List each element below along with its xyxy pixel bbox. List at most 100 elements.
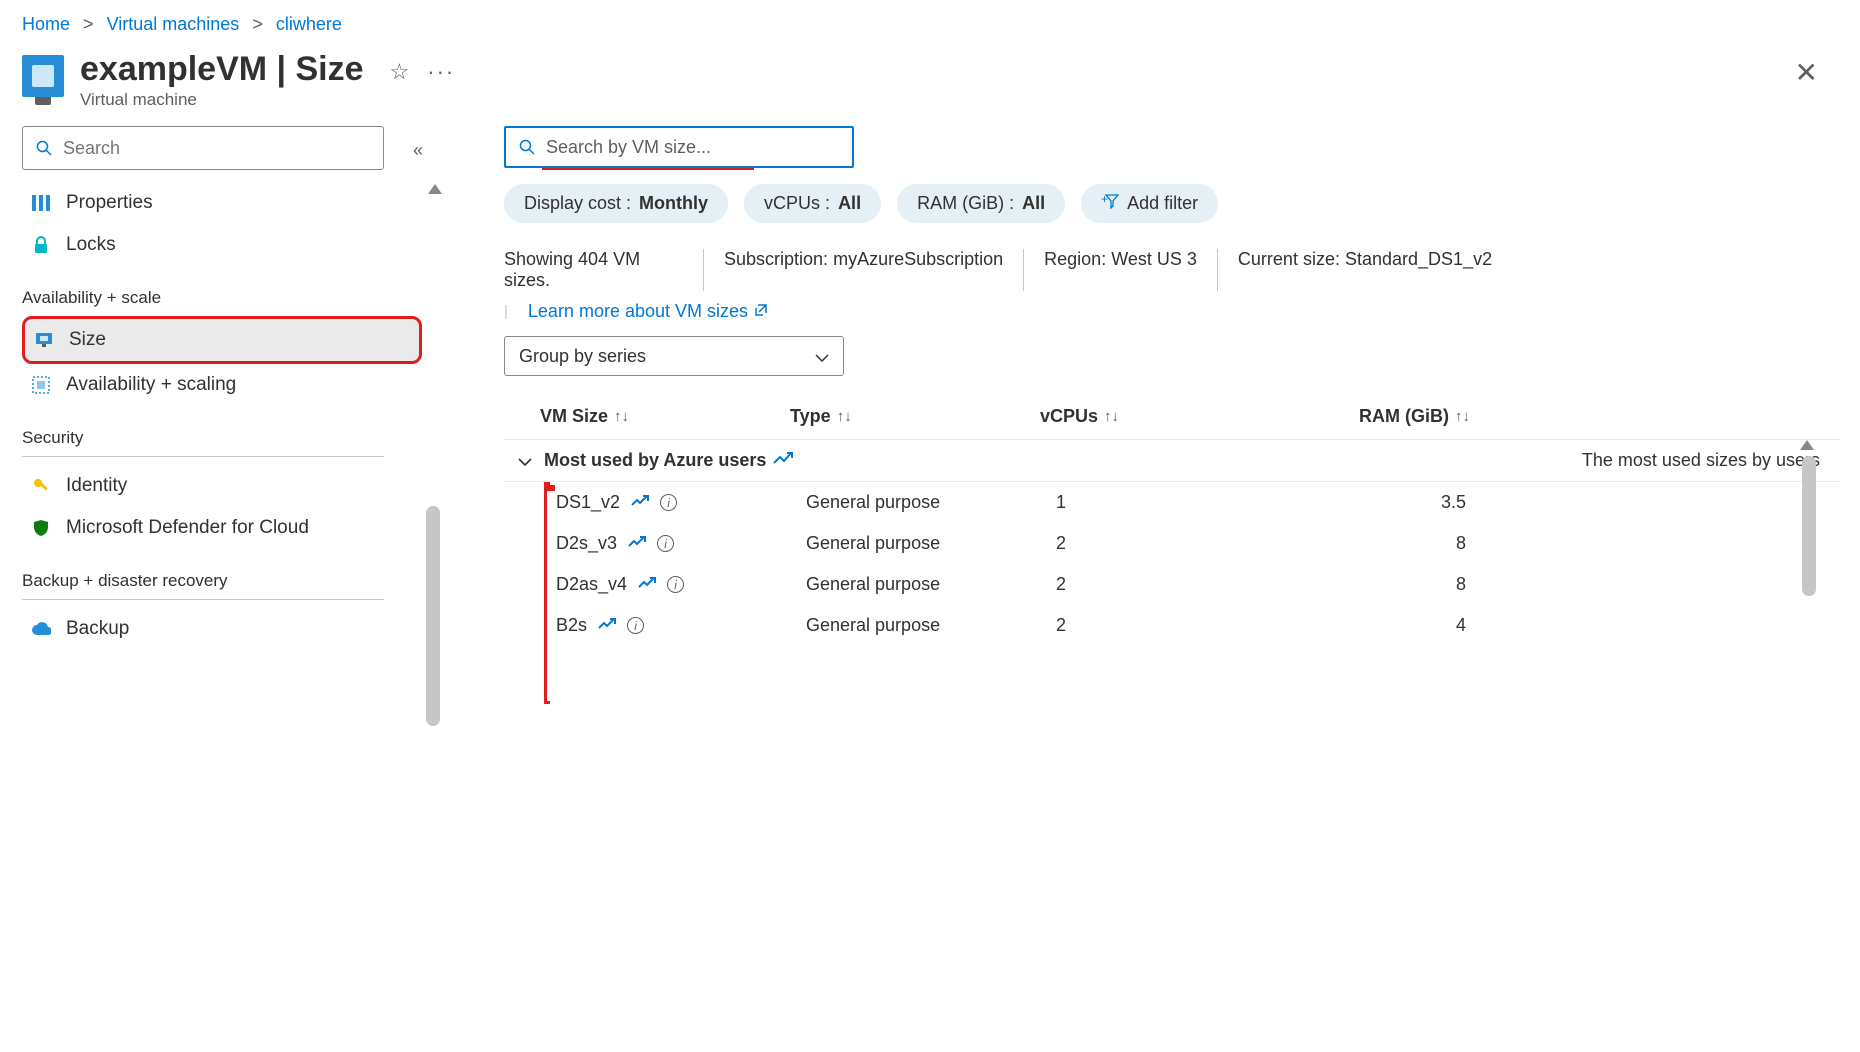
- add-filter-button[interactable]: + Add filter: [1081, 184, 1218, 223]
- sort-icon: ↑↓: [1455, 408, 1470, 425]
- sidebar-item-defender[interactable]: Microsoft Defender for Cloud: [22, 507, 422, 549]
- sidebar-item-label: Backup: [66, 618, 129, 640]
- search-icon: [33, 137, 55, 159]
- more-icon[interactable]: ···: [427, 59, 455, 85]
- info-icon[interactable]: i: [660, 494, 677, 511]
- scroll-arrow-up-icon[interactable]: [428, 184, 442, 194]
- info-region: Region: West US 3: [1024, 249, 1218, 291]
- sidebar: « Properties Locks Availability + scale …: [0, 126, 440, 650]
- chevron-down-icon: [815, 346, 829, 367]
- vm-size-search-input[interactable]: [546, 137, 842, 158]
- column-vm-size[interactable]: VM Size ↑↓: [540, 406, 790, 427]
- sidebar-item-label: Identity: [66, 475, 127, 497]
- annotation-bracket: [544, 482, 550, 704]
- table-row[interactable]: B2s i General purpose 2 4: [504, 605, 1840, 646]
- sidebar-item-locks[interactable]: Locks: [22, 224, 422, 266]
- info-subscription: Subscription: myAzureSubscription: [704, 249, 1024, 291]
- info-icon[interactable]: i: [657, 535, 674, 552]
- virtual-machine-icon: [22, 55, 64, 97]
- sidebar-item-availability-scaling[interactable]: Availability + scaling: [22, 364, 422, 406]
- column-ram[interactable]: RAM (GiB) ↑↓: [1359, 406, 1470, 427]
- chevron-right-icon: >: [252, 14, 263, 34]
- table-row[interactable]: DS1_v2 i General purpose 1 3.5: [504, 482, 1840, 523]
- scaling-icon: [30, 374, 52, 396]
- vm-type: General purpose: [806, 615, 1056, 636]
- sort-icon: ↑↓: [1104, 408, 1119, 425]
- external-link-icon: [754, 301, 768, 322]
- vm-size-name: B2s: [556, 615, 587, 636]
- table-group-row[interactable]: Most used by Azure users The most used s…: [504, 440, 1840, 482]
- table-row[interactable]: D2s_v3 i General purpose 2 8: [504, 523, 1840, 564]
- vm-size-name: D2s_v3: [556, 533, 617, 554]
- collapse-sidebar-icon[interactable]: «: [413, 140, 423, 161]
- pill-value: All: [838, 193, 861, 214]
- sort-icon: ↑↓: [614, 408, 629, 425]
- filter-ram[interactable]: RAM (GiB) : All: [897, 184, 1065, 223]
- filter-vcpus[interactable]: vCPUs : All: [744, 184, 881, 223]
- sidebar-item-label: Microsoft Defender for Cloud: [66, 517, 309, 539]
- sidebar-search[interactable]: [22, 126, 384, 170]
- sidebar-item-label: Locks: [66, 234, 116, 256]
- vm-ram: 4: [1306, 615, 1486, 636]
- vm-vcpus: 1: [1056, 492, 1306, 513]
- info-current-size: Current size: Standard_DS1_v2: [1218, 249, 1512, 291]
- trend-up-icon: [772, 451, 794, 470]
- group-by-dropdown[interactable]: Group by series: [504, 336, 844, 376]
- main-scrollbar[interactable]: [1802, 456, 1816, 596]
- sidebar-item-identity[interactable]: Identity: [22, 465, 422, 507]
- info-icon[interactable]: i: [627, 617, 644, 634]
- key-icon: [30, 475, 52, 497]
- sidebar-scrollbar[interactable]: [426, 506, 440, 726]
- sidebar-heading-backup-dr: Backup + disaster recovery: [22, 571, 384, 600]
- vm-size-name: D2as_v4: [556, 574, 627, 595]
- column-type[interactable]: Type ↑↓: [790, 406, 1040, 427]
- breadcrumb-home[interactable]: Home: [22, 14, 70, 34]
- breadcrumb-virtual-machines[interactable]: Virtual machines: [107, 14, 240, 34]
- sidebar-item-backup[interactable]: Backup: [22, 608, 422, 650]
- sort-icon: ↑↓: [837, 408, 852, 425]
- vm-ram: 8: [1306, 574, 1486, 595]
- dropdown-label: Group by series: [519, 346, 646, 367]
- vm-type: General purpose: [806, 574, 1056, 595]
- sidebar-item-size[interactable]: Size: [22, 316, 422, 364]
- sidebar-item-label: Availability + scaling: [66, 374, 236, 396]
- table-row[interactable]: D2as_v4 i General purpose 2 8: [504, 564, 1840, 605]
- sidebar-heading-availability-scale: Availability + scale: [22, 288, 384, 308]
- vm-vcpus: 2: [1056, 574, 1306, 595]
- vm-type: General purpose: [806, 533, 1056, 554]
- page-title: exampleVM | Size: [80, 51, 364, 88]
- properties-icon: [30, 192, 52, 214]
- vm-ram: 3.5: [1306, 492, 1486, 513]
- sidebar-item-label: Size: [69, 329, 106, 351]
- close-button[interactable]: ✕: [1775, 51, 1838, 95]
- vm-vcpus: 2: [1056, 533, 1306, 554]
- column-vcpus[interactable]: vCPUs ↑↓: [1040, 406, 1290, 427]
- vm-size-icon: [33, 329, 55, 351]
- pill-value: Monthly: [639, 193, 708, 214]
- separator: |: [504, 303, 508, 320]
- filter-display-cost[interactable]: Display cost : Monthly: [504, 184, 728, 223]
- chevron-right-icon: >: [83, 14, 94, 34]
- pill-label: RAM (GiB) :: [917, 193, 1014, 214]
- shield-icon: [30, 517, 52, 539]
- breadcrumb-resource[interactable]: cliwhere: [276, 14, 342, 34]
- sidebar-item-properties[interactable]: Properties: [22, 182, 422, 224]
- info-summary: Showing 404 VM sizes. Subscription: myAz…: [504, 249, 1840, 291]
- trend-up-icon: [597, 617, 617, 635]
- sidebar-item-label: Properties: [66, 192, 153, 214]
- chevron-down-icon: [518, 450, 532, 471]
- pill-label: Display cost :: [524, 193, 631, 214]
- sidebar-search-input[interactable]: [63, 138, 373, 159]
- learn-more-link[interactable]: Learn more about VM sizes: [528, 301, 768, 322]
- info-icon[interactable]: i: [667, 576, 684, 593]
- vm-type: General purpose: [806, 492, 1056, 513]
- scroll-arrow-up-icon[interactable]: [1800, 440, 1814, 450]
- trend-up-icon: [630, 494, 650, 512]
- main-content: Display cost : Monthly vCPUs : All RAM (…: [440, 126, 1860, 650]
- lock-icon: [30, 234, 52, 256]
- trend-up-icon: [637, 576, 657, 594]
- annotation-underline: [542, 168, 754, 170]
- vm-size-search[interactable]: [504, 126, 854, 168]
- favorite-star-icon[interactable]: ☆: [390, 59, 410, 85]
- vm-ram: 8: [1306, 533, 1486, 554]
